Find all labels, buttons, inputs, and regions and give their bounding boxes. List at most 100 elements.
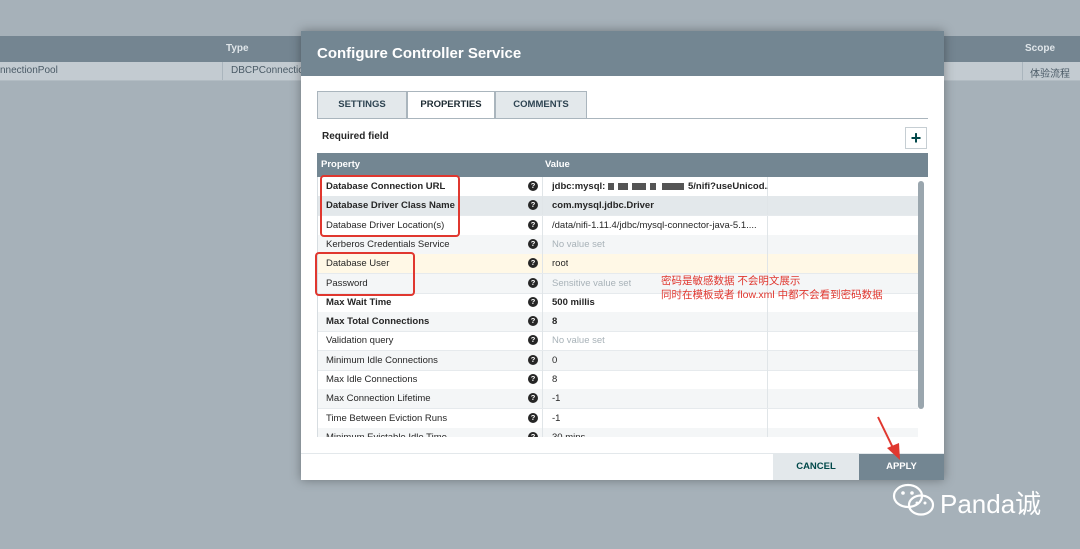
annotation-line-1: 密码是敏感数据 不会明文展示: [661, 275, 801, 287]
cell-divider: [542, 350, 543, 370]
tab-comments[interactable]: COMMENTS: [495, 91, 587, 119]
highlight-connection-box: [320, 175, 460, 237]
table-scrollbar-thumb[interactable]: [918, 181, 924, 409]
cell-divider: [542, 427, 543, 437]
cell-divider: [542, 234, 543, 254]
cell-divider: [767, 234, 768, 254]
property-value[interactable]: 8: [552, 316, 557, 327]
help-icon[interactable]: ?: [528, 354, 538, 365]
service-name-cell: nnectionPool: [0, 65, 58, 76]
property-row[interactable]: Max Total Connections? 8: [318, 312, 918, 333]
help-icon[interactable]: ?: [528, 277, 538, 288]
property-row[interactable]: Max Idle Connections? 8: [318, 370, 918, 390]
redaction-block: [650, 183, 656, 190]
highlight-credentials-box: [315, 252, 415, 296]
property-value[interactable]: 500 millis: [552, 297, 595, 308]
cell-divider: [542, 177, 543, 196]
property-name: Validation query: [326, 335, 394, 347]
help-icon[interactable]: ?: [528, 431, 538, 437]
tab-underline: [317, 118, 928, 119]
value-column-header: Value: [545, 159, 570, 170]
cell-divider: [542, 389, 543, 409]
type-column-header: Type: [226, 43, 249, 54]
property-value[interactable]: -1: [552, 393, 560, 404]
cell-divider: [767, 389, 768, 409]
column-divider: [222, 62, 223, 80]
cell-divider: [767, 331, 768, 351]
cell-divider: [767, 350, 768, 370]
help-icon[interactable]: ?: [528, 296, 538, 307]
cell-divider: [767, 408, 768, 428]
property-value[interactable]: 8: [552, 374, 557, 385]
scope-column-header: Scope: [1025, 43, 1056, 54]
property-row[interactable]: Minimum Idle Connections? 0: [318, 350, 918, 371]
help-icon[interactable]: ?: [528, 200, 538, 211]
property-value[interactable]: 30 mins: [552, 432, 585, 437]
cell-divider: [767, 427, 768, 437]
property-value[interactable]: jdbc:mysql:: [552, 181, 605, 192]
property-row[interactable]: Time Between Eviction Runs? -1: [318, 408, 918, 429]
help-icon[interactable]: ?: [528, 181, 538, 191]
property-row[interactable]: Max Connection Lifetime? -1: [318, 389, 918, 410]
watermark-text: Panda诚: [940, 489, 1042, 519]
cell-divider: [767, 254, 768, 274]
add-property-button[interactable]: +: [905, 127, 927, 149]
property-name: Kerberos Credentials Service: [326, 238, 450, 250]
cell-divider: [542, 196, 543, 216]
cell-divider: [767, 196, 768, 216]
cell-divider: [767, 370, 768, 389]
help-icon[interactable]: ?: [528, 258, 538, 269]
cancel-button[interactable]: CANCEL: [773, 454, 859, 480]
property-name: Minimum Evictable Idle Time: [326, 432, 447, 437]
redaction-block: [608, 183, 614, 190]
help-icon[interactable]: ?: [528, 412, 538, 423]
cell-divider: [542, 331, 543, 351]
help-icon[interactable]: ?: [528, 219, 538, 230]
property-value[interactable]: 0: [552, 355, 557, 366]
property-value[interactable]: Sensitive value set: [552, 278, 631, 289]
service-type-cell: DBCPConnectio: [231, 65, 301, 76]
cell-divider: [542, 273, 543, 293]
arrow-annotation-icon: [877, 416, 900, 460]
help-icon[interactable]: ?: [528, 316, 538, 327]
help-icon[interactable]: ?: [528, 393, 538, 404]
property-row[interactable]: Validation query? No value set: [318, 331, 918, 352]
property-name: Max Idle Connections: [326, 374, 418, 385]
property-name: Max Connection Lifetime: [326, 393, 431, 405]
property-value[interactable]: -1: [552, 413, 560, 424]
cell-divider: [542, 292, 543, 312]
property-value[interactable]: /data/nifi-1.11.4/jdbc/mysql-connector-j…: [552, 220, 757, 231]
properties-table-header: Property Value: [317, 153, 928, 177]
required-field-label: Required field: [322, 131, 389, 142]
help-icon[interactable]: ?: [528, 335, 538, 346]
column-divider: [1022, 62, 1023, 80]
cell-divider: [542, 312, 543, 332]
property-value[interactable]: com.mysql.jdbc.Driver: [552, 200, 654, 211]
property-value[interactable]: root: [552, 258, 568, 269]
annotation-note: 密码是敏感数据 不会明文展示 同时在模板或者 flow.xml 中都不会看到密码…: [661, 274, 883, 302]
help-icon[interactable]: ?: [528, 238, 538, 249]
help-icon[interactable]: ?: [528, 374, 538, 384]
cell-divider: [542, 254, 543, 274]
property-name: Time Between Eviction Runs: [326, 412, 448, 424]
property-column-header: Property: [321, 159, 361, 170]
service-scope-cell: 体验流程: [1030, 69, 1070, 80]
property-name: Max Total Connections: [326, 316, 430, 328]
property-name: Minimum Idle Connections: [326, 354, 438, 366]
redaction-block: [662, 183, 684, 190]
redaction-block: [632, 183, 646, 190]
wechat-icon: [892, 483, 935, 516]
cell-divider: [542, 408, 543, 428]
property-value[interactable]: No value set: [552, 239, 605, 250]
tab-settings[interactable]: SETTINGS: [317, 91, 407, 119]
property-value[interactable]: No value set: [552, 335, 605, 346]
cell-divider: [542, 215, 543, 235]
property-row[interactable]: Minimum Evictable Idle Time? 30 mins: [318, 427, 918, 437]
annotation-line-2: 同时在模板或者 flow.xml 中都不会看到密码数据: [661, 289, 883, 301]
redaction-block: [618, 183, 628, 190]
dialog-title: Configure Controller Service: [317, 45, 522, 62]
cell-divider: [767, 312, 768, 332]
cell-divider: [767, 215, 768, 235]
property-value-tail: 5/nifi?useUnicod...: [688, 181, 768, 192]
tab-properties[interactable]: PROPERTIES: [407, 91, 495, 119]
